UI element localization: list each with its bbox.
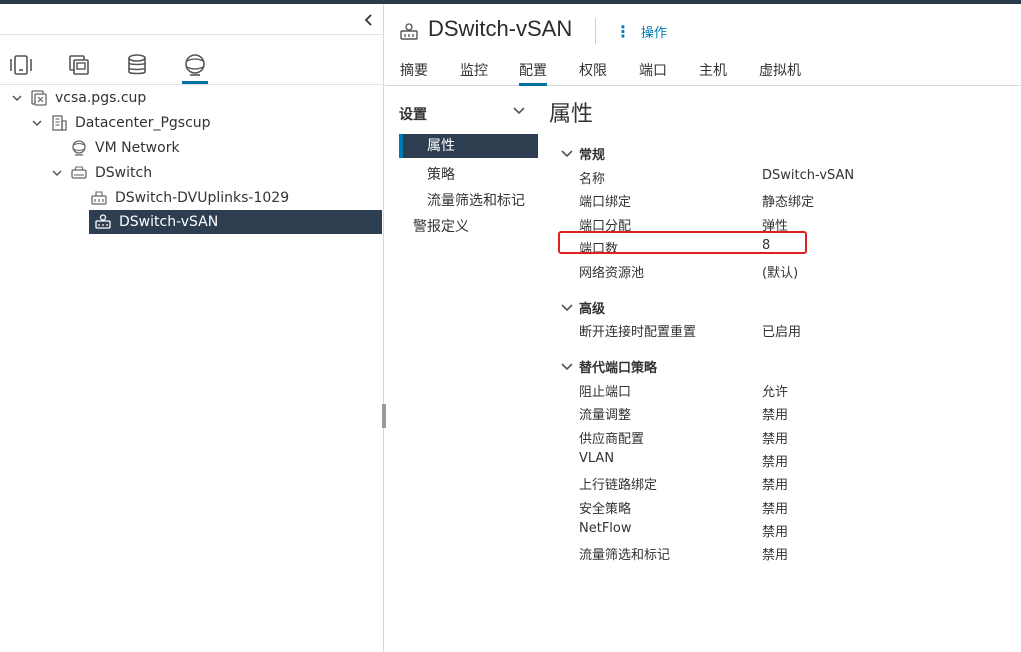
property-value: 禁用 <box>762 525 789 540</box>
property-value: 禁用 <box>762 408 789 423</box>
storage-icon <box>128 54 146 75</box>
networking-icon <box>185 54 205 76</box>
divider <box>595 18 596 44</box>
collapse-navigator-icon[interactable] <box>361 12 377 30</box>
settings-header[interactable]: 设置 <box>399 104 427 124</box>
tree-node-datacenter[interactable]: Datacenter_Pgscup <box>30 111 211 135</box>
chevron-down-icon[interactable] <box>50 166 64 180</box>
uplink-portgroup-icon <box>90 189 108 207</box>
property-value: 禁用 <box>762 548 789 563</box>
more-vertical-icon: ⋮ <box>615 21 631 41</box>
property-label: VLAN <box>579 451 615 466</box>
property-label: 流量调整 <box>579 408 632 423</box>
section-title: 属性 <box>549 102 594 127</box>
property-label: 端口绑定 <box>579 195 632 210</box>
vms-templates-tab[interactable] <box>62 48 96 82</box>
tree-node-label: DSwitch-DVUplinks-1029 <box>115 190 290 206</box>
group-advanced[interactable]: 高级 <box>561 298 605 317</box>
group-title: 替代端口策略 <box>579 361 658 376</box>
chevron-down-icon[interactable] <box>10 91 24 105</box>
highlight-box <box>558 231 807 254</box>
property-value: 禁用 <box>762 478 789 493</box>
portgroup-icon <box>94 213 112 231</box>
property-label: 名称 <box>579 172 606 187</box>
tree-node-vcenter[interactable]: vcsa.pgs.cup <box>10 86 146 110</box>
subnav-item-policies[interactable]: 策略 <box>427 164 455 184</box>
group-title: 高级 <box>579 302 606 317</box>
tree-node-label: DSwitch-vSAN <box>119 214 219 230</box>
group-override-port-policies[interactable]: 替代端口策略 <box>561 357 657 376</box>
navigator-tabs <box>0 48 384 84</box>
property-label: 上行链路绑定 <box>579 478 658 493</box>
property-value: 已启用 <box>762 325 802 340</box>
actions-menu-button[interactable]: ⋮ 操作 <box>615 22 667 41</box>
tree-node-uplinks[interactable]: DSwitch-DVUplinks-1029 <box>70 186 289 210</box>
subnav-item-properties[interactable]: 属性 <box>399 134 538 158</box>
property-label: 安全策略 <box>579 502 632 517</box>
group-general[interactable]: 常规 <box>561 144 605 163</box>
vcenter-icon <box>30 89 48 107</box>
hosts-clusters-icon <box>10 55 32 75</box>
tree-node-dswitch[interactable]: DSwitch <box>50 161 152 185</box>
chevron-down-icon[interactable] <box>30 116 44 130</box>
tab-hosts[interactable]: 主机 <box>699 60 727 86</box>
tree-node-vm-network[interactable]: VM Network <box>50 136 180 160</box>
subnav-item-alarm-definitions[interactable]: 警报定义 <box>413 216 469 236</box>
networking-tab[interactable] <box>178 48 212 84</box>
tree-node-label: DSwitch <box>95 165 153 181</box>
property-label: 流量筛选和标记 <box>579 548 671 563</box>
property-value: 静态绑定 <box>762 195 815 210</box>
object-view: DSwitch-vSAN ⋮ 操作 摘要 监控 配置 权限 端口 主机 虚拟机 … <box>385 4 1021 652</box>
property-label: 供应商配置 <box>579 432 645 447</box>
divider <box>0 84 384 85</box>
property-value: 禁用 <box>762 455 789 470</box>
tab-configure[interactable]: 配置 <box>519 60 547 86</box>
property-label: NetFlow <box>579 521 632 536</box>
network-icon <box>70 139 88 157</box>
object-tabs: 摘要 监控 配置 权限 端口 主机 虚拟机 <box>385 56 1021 86</box>
datacenter-icon <box>50 114 68 132</box>
chevron-down-icon <box>561 148 573 160</box>
tree-node-dswitch-vsan[interactable]: DSwitch-vSAN <box>89 210 382 234</box>
tree-node-label: VM Network <box>95 140 180 156</box>
tree-node-label: Datacenter_Pgscup <box>75 115 211 131</box>
tab-vms[interactable]: 虚拟机 <box>759 60 801 86</box>
subnav-item-traffic-filtering[interactable]: 流量筛选和标记 <box>427 190 525 210</box>
hosts-clusters-tab[interactable] <box>4 48 38 82</box>
property-label: 阻止端口 <box>579 385 632 400</box>
storage-tab[interactable] <box>120 48 154 82</box>
actions-label: 操作 <box>641 26 668 41</box>
chevron-down-icon[interactable] <box>513 104 527 118</box>
page-title: DSwitch-vSAN <box>428 16 573 41</box>
vms-templates-icon <box>69 55 89 75</box>
chevron-down-icon <box>561 361 573 373</box>
tab-summary[interactable]: 摘要 <box>400 60 428 86</box>
property-value: (默认) <box>762 266 799 281</box>
tab-permissions[interactable]: 权限 <box>579 60 607 86</box>
group-title: 常规 <box>579 148 606 163</box>
property-label: 网络资源池 <box>579 266 645 281</box>
divider <box>0 34 384 35</box>
property-label: 断开连接时配置重置 <box>579 325 697 340</box>
property-value: 禁用 <box>762 502 789 517</box>
property-value: 禁用 <box>762 432 789 447</box>
distributed-switch-icon <box>70 164 88 182</box>
tab-ports[interactable]: 端口 <box>639 60 667 86</box>
property-value: DSwitch-vSAN <box>762 168 855 183</box>
portgroup-icon <box>399 22 419 42</box>
chevron-down-icon <box>561 302 573 314</box>
tree-node-label: vcsa.pgs.cup <box>55 90 147 106</box>
property-value: 允许 <box>762 385 789 400</box>
tab-monitor[interactable]: 监控 <box>460 60 488 86</box>
